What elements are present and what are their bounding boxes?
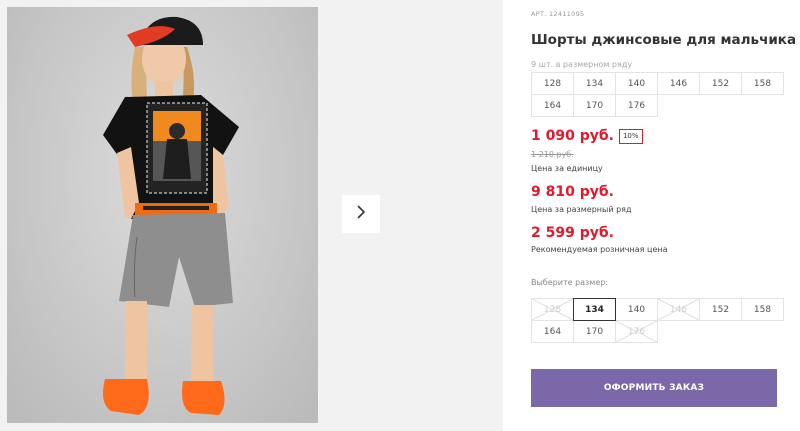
pack-size-cell: 152 <box>699 72 742 95</box>
pack-price-label: Цена за размерный ряд <box>531 205 632 214</box>
size-option-label: 158 <box>753 304 772 315</box>
size-option-label: 170 <box>585 326 604 337</box>
unit-price-label: Цена за единицу <box>531 164 603 173</box>
unavailable-cross-icon <box>658 299 699 320</box>
size-option-164[interactable]: 164 <box>531 320 574 343</box>
pack-size-cell: 146 <box>657 72 700 95</box>
unit-price: 1 090 руб. <box>531 128 614 144</box>
size-option-146: 146 <box>657 298 700 321</box>
size-option-label: 134 <box>585 304 604 315</box>
rrp-price: 2 599 руб. <box>531 225 614 241</box>
pack-size-cell: 128 <box>531 72 574 95</box>
size-select-label: Выберите размер: <box>531 278 609 287</box>
next-image-button[interactable] <box>342 195 380 233</box>
size-option-label: 140 <box>627 304 646 315</box>
size-option-158[interactable]: 158 <box>741 298 784 321</box>
product-photo[interactable] <box>7 7 318 423</box>
discount-badge: 10% <box>618 128 643 144</box>
pack-size-cell: 164 <box>531 94 574 117</box>
pack-size-cell: 176 <box>615 94 658 117</box>
pack-note: 9 шт. в размерном ряду <box>531 60 633 69</box>
unit-price-row: 1 090 руб. 10% <box>531 128 643 144</box>
order-button[interactable]: ОФОРМИТЬ ЗАКАЗ <box>531 369 777 407</box>
old-price: 1 210 руб. <box>531 150 574 159</box>
rrp-price-label: Рекомендуемая розничная цена <box>531 245 668 254</box>
size-option-176: 176 <box>615 320 658 343</box>
unavailable-cross-icon <box>532 299 573 320</box>
size-option-128: 128 <box>531 298 574 321</box>
size-option-152[interactable]: 152 <box>699 298 742 321</box>
pack-size-cell: 170 <box>573 94 616 117</box>
product-photo-illustration <box>103 16 239 415</box>
pack-price: 9 810 руб. <box>531 184 614 200</box>
product-gallery <box>0 0 503 431</box>
product-title: Шорты джинсовые для мальчика <box>531 32 797 48</box>
product-sku: АРТ. 12411095 <box>531 10 585 18</box>
size-option-170[interactable]: 170 <box>573 320 616 343</box>
pack-size-cell: 134 <box>573 72 616 95</box>
unavailable-cross-icon <box>616 321 657 342</box>
size-option-140[interactable]: 140 <box>615 298 658 321</box>
pack-size-grid: 128 134 140 146 152 158 164 170 176 <box>531 72 784 117</box>
pack-size-cell: 140 <box>615 72 658 95</box>
size-option-label: 164 <box>543 326 562 337</box>
chevron-right-icon <box>355 204 367 224</box>
pack-size-cell: 158 <box>741 72 784 95</box>
size-option-134[interactable]: 134 <box>573 298 616 321</box>
size-select-grid: 128 134 140 146 152 158 164 170 176 <box>531 298 784 343</box>
size-option-label: 152 <box>711 304 730 315</box>
